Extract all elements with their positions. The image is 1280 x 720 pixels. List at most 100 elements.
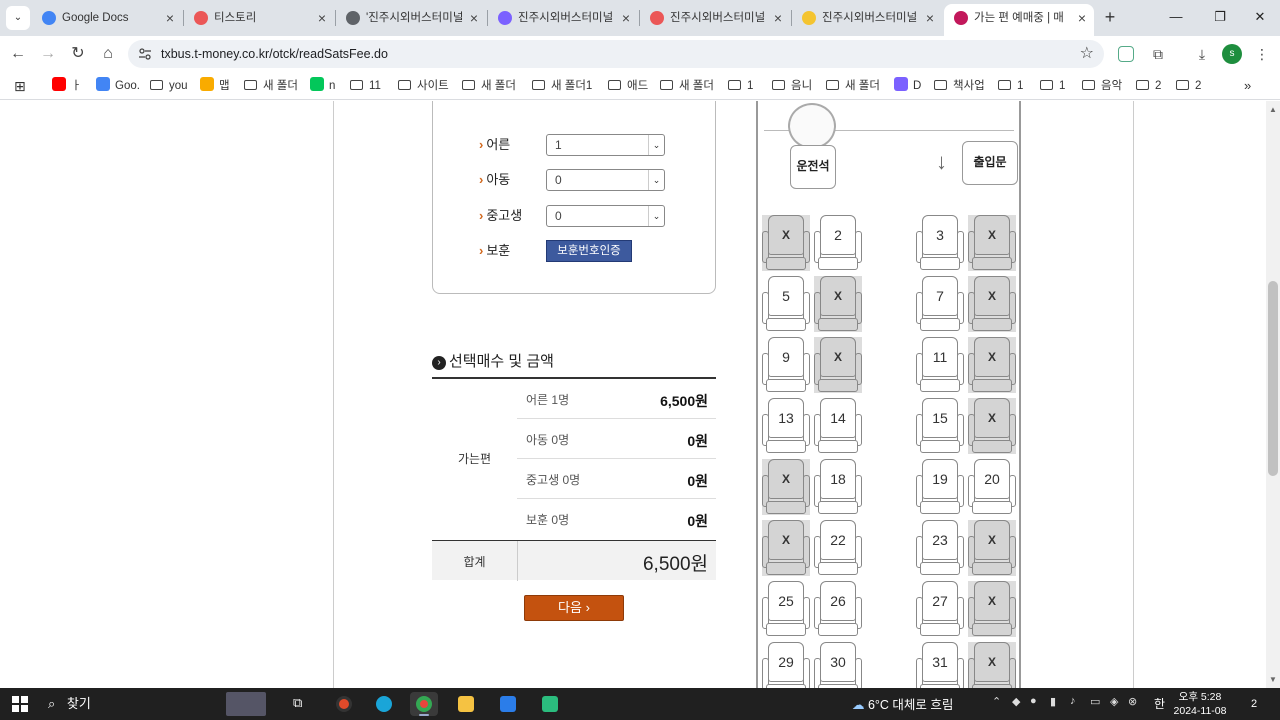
tab-close-icon[interactable]: × bbox=[1078, 4, 1086, 32]
bookmark-item[interactable]: 새 폴더 bbox=[244, 76, 298, 96]
file-explorer-icon[interactable] bbox=[452, 692, 480, 716]
restore-button[interactable]: ❐ bbox=[1200, 4, 1240, 30]
bookmark-item[interactable]: you bbox=[150, 76, 188, 96]
seat-available[interactable]: 23 bbox=[916, 520, 964, 576]
seat-available[interactable]: 29 bbox=[762, 642, 810, 688]
veteran-verify-button[interactable]: 보훈번호인증 bbox=[546, 240, 632, 262]
network-icon[interactable]: ▭ bbox=[1090, 695, 1100, 708]
taskbar-clock[interactable]: 오후 5:28 2024-11-08 bbox=[1170, 690, 1230, 718]
bookmark-item[interactable]: 음니 bbox=[772, 76, 812, 96]
seat-available[interactable]: 3 bbox=[916, 215, 964, 271]
seat-available[interactable]: 20 bbox=[968, 459, 1016, 515]
task-view-icon[interactable]: ⧉ bbox=[286, 692, 314, 716]
seat-available[interactable]: 11 bbox=[916, 337, 964, 393]
minimize-button[interactable]: — bbox=[1156, 4, 1196, 30]
browser-tab[interactable]: '진주시외버스터미널 × bbox=[336, 4, 486, 32]
bookmark-item[interactable]: 사이트 bbox=[398, 76, 449, 96]
bookmark-item[interactable]: 애드 bbox=[608, 76, 648, 96]
home-icon[interactable]: ⌂ bbox=[96, 42, 120, 66]
notification-center-icon[interactable]: 2 bbox=[1244, 694, 1264, 714]
browser-tab[interactable]: 가는 편 예매중 | 매 × bbox=[944, 4, 1094, 36]
windows-start-icon[interactable] bbox=[12, 696, 28, 712]
student-count-select[interactable]: 0 ⌄ bbox=[546, 205, 665, 227]
bookmark-item[interactable]: 책사업 bbox=[934, 76, 985, 96]
bookmark-item[interactable]: 새 폴더1 bbox=[532, 76, 592, 96]
bookmark-item[interactable]: 11 bbox=[350, 76, 381, 96]
ime-indicator[interactable]: 한 bbox=[1154, 695, 1165, 712]
browser-tab[interactable]: Google Docs × bbox=[32, 4, 182, 32]
bookmark-item[interactable]: D bbox=[894, 76, 921, 96]
back-arrow-icon[interactable]: ← bbox=[6, 42, 30, 66]
bookmark-item[interactable]: 새 폴더 bbox=[462, 76, 516, 96]
address-bar[interactable]: txbus.t-money.co.kr/otck/readSatsFee.do … bbox=[128, 40, 1104, 68]
bookmark-item[interactable]: ㅏ bbox=[52, 76, 82, 96]
show-hidden-icons-chevron-icon[interactable]: ⌃ bbox=[992, 695, 1001, 708]
tray-app-icon[interactable]: ● bbox=[1030, 695, 1037, 707]
bookmark-item[interactable]: 1 bbox=[728, 76, 753, 96]
bookmark-star-icon[interactable]: ☆ bbox=[1080, 40, 1094, 68]
seat-available[interactable]: 30 bbox=[814, 642, 862, 688]
seat-available[interactable]: 15 bbox=[916, 398, 964, 454]
taskbar-search[interactable]: ⌕ 찾기 bbox=[48, 693, 91, 715]
tab-close-icon[interactable]: × bbox=[774, 4, 782, 32]
tab-close-icon[interactable]: × bbox=[926, 4, 934, 32]
tab-search-chevron-icon[interactable]: ⌄ bbox=[6, 6, 30, 30]
close-window-button[interactable]: ✕ bbox=[1240, 4, 1280, 30]
volume-muted-icon[interactable]: ♪ bbox=[1070, 695, 1076, 707]
seat-available[interactable]: 25 bbox=[762, 581, 810, 637]
tab-close-icon[interactable]: × bbox=[166, 4, 174, 32]
bookmark-item[interactable]: Goo. bbox=[96, 76, 140, 96]
close-circle-icon[interactable]: ⊗ bbox=[1128, 695, 1137, 708]
apps-grid-icon[interactable]: ⊞ bbox=[14, 76, 26, 96]
browser-tab[interactable]: 진주시외버스터미널 × bbox=[792, 4, 942, 32]
browser-tab[interactable]: 진주시외버스터미널 × bbox=[488, 4, 638, 32]
seat-available[interactable]: 2 bbox=[814, 215, 862, 271]
edge-icon[interactable] bbox=[370, 692, 398, 716]
bookmark-item[interactable]: n bbox=[310, 76, 335, 96]
bookmark-item[interactable]: 2 bbox=[1176, 76, 1201, 96]
seat-available[interactable]: 14 bbox=[814, 398, 862, 454]
seat-available[interactable]: 22 bbox=[814, 520, 862, 576]
browser-tab[interactable]: 진주시외버스터미널 × bbox=[640, 4, 790, 32]
next-button[interactable]: 다음 › bbox=[524, 595, 624, 621]
bookmark-item[interactable]: 새 폴더 bbox=[660, 76, 714, 96]
seat-available[interactable]: 31 bbox=[916, 642, 964, 688]
scroll-down-icon[interactable]: ▼ bbox=[1269, 675, 1277, 684]
extensions-puzzle-icon[interactable]: ⧉ bbox=[1148, 44, 1168, 64]
tab-close-icon[interactable]: × bbox=[470, 4, 478, 32]
taskbar-wallpaper-thumbnail[interactable] bbox=[226, 692, 266, 716]
bookmark-item[interactable]: 맵 bbox=[200, 76, 230, 96]
seat-available[interactable]: 19 bbox=[916, 459, 964, 515]
new-tab-button[interactable]: + bbox=[1100, 6, 1120, 30]
bookmark-item[interactable]: 음악 bbox=[1082, 76, 1122, 96]
seat-available[interactable]: 27 bbox=[916, 581, 964, 637]
seat-available[interactable]: 9 bbox=[762, 337, 810, 393]
store-icon[interactable] bbox=[494, 692, 522, 716]
forward-arrow-icon[interactable]: → bbox=[36, 42, 60, 66]
security-shield-icon[interactable]: ◈ bbox=[1110, 695, 1118, 708]
tab-close-icon[interactable]: × bbox=[318, 4, 326, 32]
scroll-up-icon[interactable]: ▲ bbox=[1269, 105, 1277, 114]
download-icon[interactable]: ⤓ bbox=[1192, 44, 1212, 64]
menu-kebab-icon[interactable]: ⋮ bbox=[1252, 44, 1272, 64]
seat-available[interactable]: 7 bbox=[916, 276, 964, 332]
site-info-icon[interactable] bbox=[138, 47, 152, 61]
seat-available[interactable]: 18 bbox=[814, 459, 862, 515]
taskbar-app-icon[interactable] bbox=[330, 692, 358, 716]
bookmark-item[interactable]: 새 폴더 bbox=[826, 76, 880, 96]
tray-app-icon[interactable]: ◆ bbox=[1012, 695, 1020, 708]
taskbar-m-app-icon[interactable] bbox=[536, 692, 564, 716]
more-bookmarks-chevron-icon[interactable]: » bbox=[1244, 76, 1251, 96]
browser-tab[interactable]: 티스토리 × bbox=[184, 4, 334, 32]
extension-app-icon[interactable] bbox=[1118, 46, 1134, 62]
page-scrollbar[interactable]: ▲ ▼ bbox=[1266, 101, 1280, 688]
seat-available[interactable]: 5 bbox=[762, 276, 810, 332]
reload-icon[interactable]: ↻ bbox=[66, 42, 90, 66]
profile-avatar[interactable]: s bbox=[1222, 44, 1242, 64]
adult-count-select[interactable]: 1 ⌄ bbox=[546, 134, 665, 156]
weather-widget[interactable]: ☁ 6°C 대체로 흐림 bbox=[852, 694, 953, 713]
bookmark-item[interactable]: 1 bbox=[998, 76, 1023, 96]
bookmark-item[interactable]: 2 bbox=[1136, 76, 1161, 96]
bookmark-item[interactable]: 1 bbox=[1040, 76, 1065, 96]
child-count-select[interactable]: 0 ⌄ bbox=[546, 169, 665, 191]
